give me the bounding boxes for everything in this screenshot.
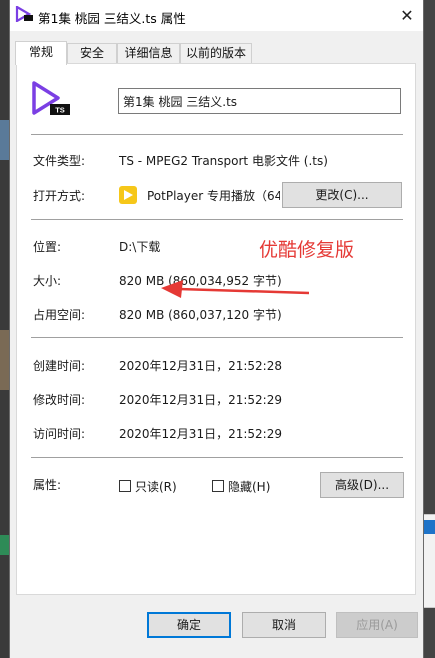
hidden-checkbox[interactable] <box>212 480 224 492</box>
advanced-button[interactable]: 高级(D)... <box>320 472 404 498</box>
annotation-text: 优酷修复版 <box>259 239 355 261</box>
apply-button[interactable]: 应用(A) <box>336 612 418 638</box>
created-value: 2020年12月31日，21:52:28 <box>119 359 282 373</box>
location-value: D:\下载 <box>119 240 161 254</box>
readonly-checkbox-label[interactable]: 只读(R) <box>135 478 177 495</box>
general-panel: TS 第1集 桃园 三结义.ts 文件类型: TS - MPEG2 Transp… <box>16 63 416 595</box>
separator <box>31 337 403 338</box>
file-type-label: 文件类型: <box>33 154 86 168</box>
file-type-value: TS - MPEG2 Transport 电影文件 (.ts) <box>119 154 328 168</box>
cancel-button[interactable]: 取消 <box>242 612 326 638</box>
separator <box>31 457 403 458</box>
location-label: 位置: <box>33 240 62 254</box>
desktop-thumbnail <box>0 330 9 390</box>
file-icon: TS <box>32 81 70 115</box>
open-with-label: 打开方式: <box>33 189 86 203</box>
annotation-arrow <box>161 280 309 298</box>
properties-dialog: 第1集 桃园 三结义.ts 属性 ✕ 常规 安全 详细信息 以前的版本 TS 第… <box>9 0 424 658</box>
desktop-thumbnail <box>0 535 9 555</box>
file-name-field[interactable]: 第1集 桃园 三结义.ts <box>118 88 401 114</box>
open-with-value: PotPlayer 专用播放（64 <box>147 189 280 203</box>
accessed-value: 2020年12月31日，21:52:29 <box>119 427 282 441</box>
desktop-background-left <box>0 0 9 658</box>
disk-size-value: 820 MB (860,037,120 字节) <box>119 308 282 322</box>
title-bar: 第1集 桃园 三结义.ts 属性 ✕ <box>10 0 423 31</box>
tab-general[interactable]: 常规 <box>15 41 67 65</box>
modified-label: 修改时间: <box>33 393 86 407</box>
size-label: 大小: <box>33 274 62 288</box>
separator <box>31 219 403 220</box>
file-icon-badge: TS <box>55 106 65 115</box>
desktop-thumbnail <box>0 120 9 160</box>
attributes-label: 属性: <box>33 478 62 492</box>
file-type-icon <box>15 6 33 22</box>
tab-security[interactable]: 安全 <box>67 43 117 63</box>
tab-details[interactable]: 详细信息 <box>117 43 180 63</box>
modified-value: 2020年12月31日，21:52:29 <box>119 393 282 407</box>
hidden-checkbox-label[interactable]: 隐藏(H) <box>228 478 270 495</box>
accessed-label: 访问时间: <box>33 427 86 441</box>
separator <box>31 134 403 135</box>
created-label: 创建时间: <box>33 359 86 373</box>
ok-button[interactable]: 确定 <box>147 612 231 638</box>
disk-size-label: 占用空间: <box>33 308 86 322</box>
readonly-checkbox[interactable] <box>119 480 131 492</box>
close-button[interactable]: ✕ <box>391 0 423 31</box>
tab-previous-versions[interactable]: 以前的版本 <box>180 43 252 63</box>
potplayer-icon <box>119 186 137 204</box>
change-button[interactable]: 更改(C)... <box>282 182 402 208</box>
window-title: 第1集 桃园 三结义.ts 属性 <box>38 11 186 26</box>
